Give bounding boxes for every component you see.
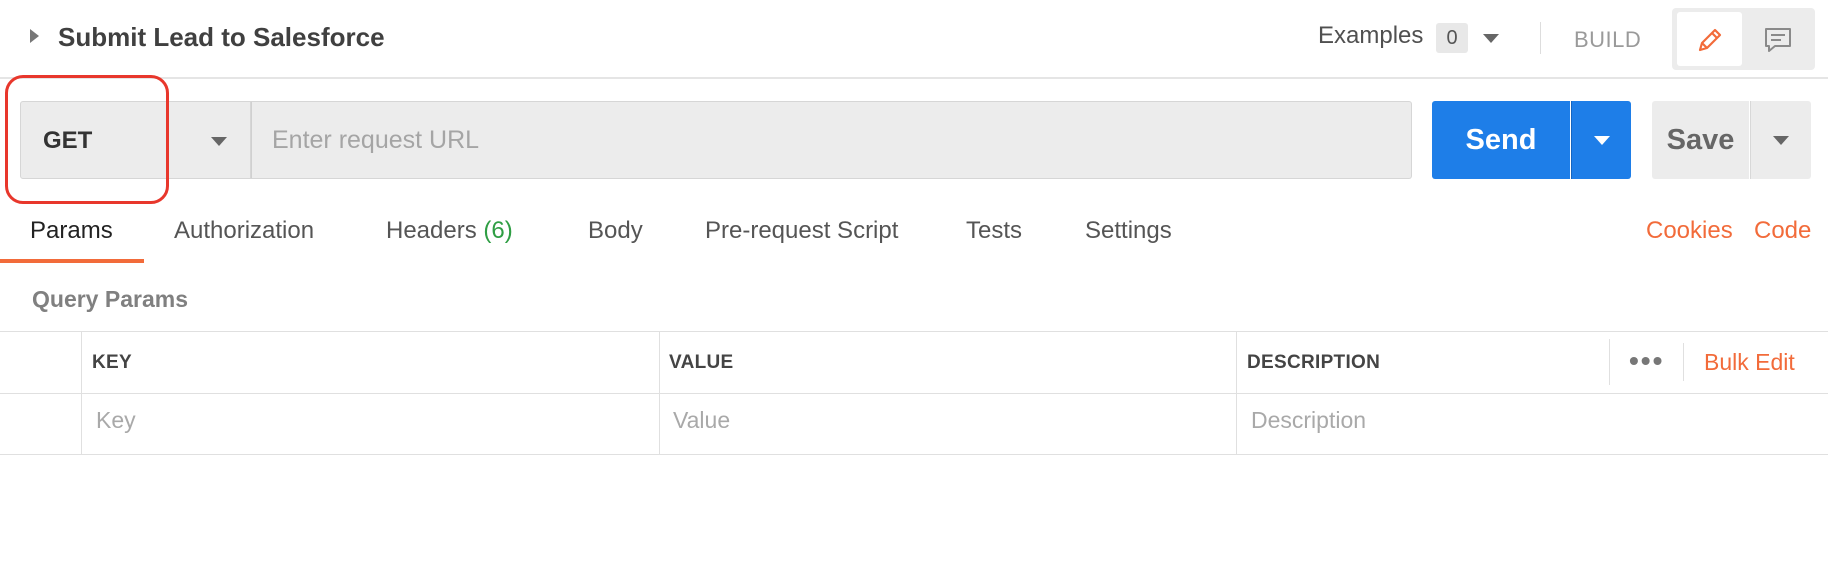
table-border <box>0 331 1828 332</box>
column-divider <box>1236 331 1237 455</box>
comments-mode-button[interactable] <box>1745 12 1810 66</box>
request-name[interactable]: Submit Lead to Salesforce <box>58 22 385 53</box>
query-params-table: KEY VALUE DESCRIPTION ••• Bulk Edit <box>0 331 1828 455</box>
chevron-down-icon <box>1594 136 1610 145</box>
divider <box>1540 22 1541 54</box>
bulk-edit-link[interactable]: Bulk Edit <box>1704 349 1795 376</box>
method-label: GET <box>43 127 93 154</box>
column-divider <box>659 331 660 455</box>
active-tab-indicator <box>0 259 144 263</box>
examples-count-badge: 0 <box>1436 23 1468 53</box>
column-header-key: KEY <box>92 352 132 373</box>
save-options-button[interactable] <box>1750 101 1811 179</box>
tab-pre-request-script[interactable]: Pre-request Script <box>705 217 898 245</box>
column-divider <box>81 331 82 455</box>
tab-authorization[interactable]: Authorization <box>174 217 314 245</box>
comment-icon <box>1765 28 1791 52</box>
chevron-down-icon <box>1773 136 1789 145</box>
column-divider <box>1683 343 1684 381</box>
method-select[interactable]: GET <box>20 101 251 179</box>
chevron-down-icon[interactable] <box>1483 34 1499 43</box>
build-label: BUILD <box>1574 27 1642 52</box>
param-description-input[interactable] <box>1251 395 1811 445</box>
tab-tests[interactable]: Tests <box>966 217 1022 245</box>
request-header: Submit Lead to Salesforce Examples 0 BUI… <box>0 0 1828 79</box>
table-border <box>0 454 1828 455</box>
headers-count: (6) <box>483 217 513 244</box>
column-divider <box>1609 339 1610 385</box>
pencil-icon <box>1698 28 1722 52</box>
tab-headers[interactable]: Headers (6) <box>386 217 513 245</box>
code-link[interactable]: Code <box>1754 217 1811 245</box>
send-button[interactable]: Send <box>1432 101 1570 179</box>
url-input[interactable] <box>251 101 1412 179</box>
mode-toggle <box>1672 8 1815 70</box>
caret-right-icon[interactable] <box>30 29 39 43</box>
column-header-description: DESCRIPTION <box>1247 352 1381 373</box>
tab-headers-label: Headers <box>386 217 477 244</box>
param-value-input[interactable] <box>673 395 1223 445</box>
tab-settings[interactable]: Settings <box>1085 217 1172 245</box>
cookies-link[interactable]: Cookies <box>1646 217 1733 245</box>
send-options-button[interactable] <box>1571 101 1631 179</box>
examples-label[interactable]: Examples <box>1318 22 1423 50</box>
column-header-value: VALUE <box>669 352 734 373</box>
edit-mode-button[interactable] <box>1677 12 1742 66</box>
param-key-input[interactable] <box>96 395 646 445</box>
tab-params[interactable]: Params <box>30 217 113 245</box>
more-options-icon[interactable]: ••• <box>1629 345 1664 377</box>
query-params-title: Query Params <box>32 286 188 312</box>
table-border <box>0 393 1828 394</box>
tab-body[interactable]: Body <box>588 217 643 245</box>
chevron-down-icon <box>211 137 227 146</box>
save-button[interactable]: Save <box>1652 101 1749 179</box>
